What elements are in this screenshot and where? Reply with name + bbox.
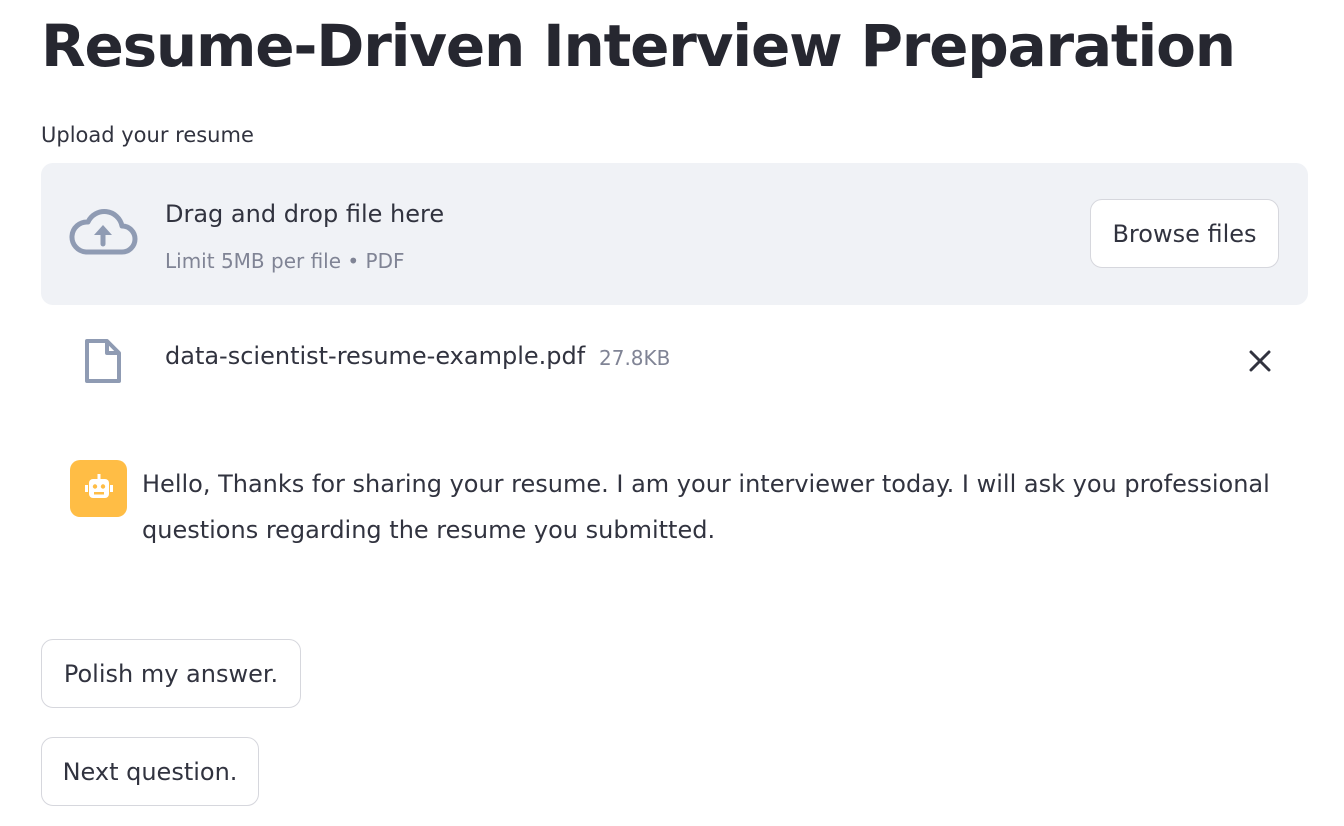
polish-answer-button[interactable]: Polish my answer. — [41, 639, 301, 708]
page-title: Resume-Driven Interview Preparation — [41, 12, 1236, 80]
uploaded-file-size: 27.8KB — [599, 346, 671, 370]
assistant-message: Hello, Thanks for sharing your resume. I… — [142, 470, 1270, 544]
next-question-button[interactable]: Next question. — [41, 737, 259, 806]
robot-icon — [85, 474, 113, 498]
upload-label: Upload your resume — [41, 123, 254, 147]
file-icon — [85, 339, 121, 383]
close-icon[interactable] — [1247, 348, 1273, 374]
browse-files-button[interactable]: Browse files — [1090, 199, 1279, 268]
main-content: Resume-Driven Interview Preparation Uplo… — [41, 0, 1308, 826]
cloud-upload-icon — [69, 209, 138, 255]
uploaded-file-name: data-scientist-resume-example.pdf — [165, 342, 586, 370]
dropzone-instructions: Drag and drop file here — [165, 200, 445, 228]
assistant-avatar — [70, 460, 127, 517]
dropzone-limit-text: Limit 5MB per file • PDF — [165, 249, 405, 273]
